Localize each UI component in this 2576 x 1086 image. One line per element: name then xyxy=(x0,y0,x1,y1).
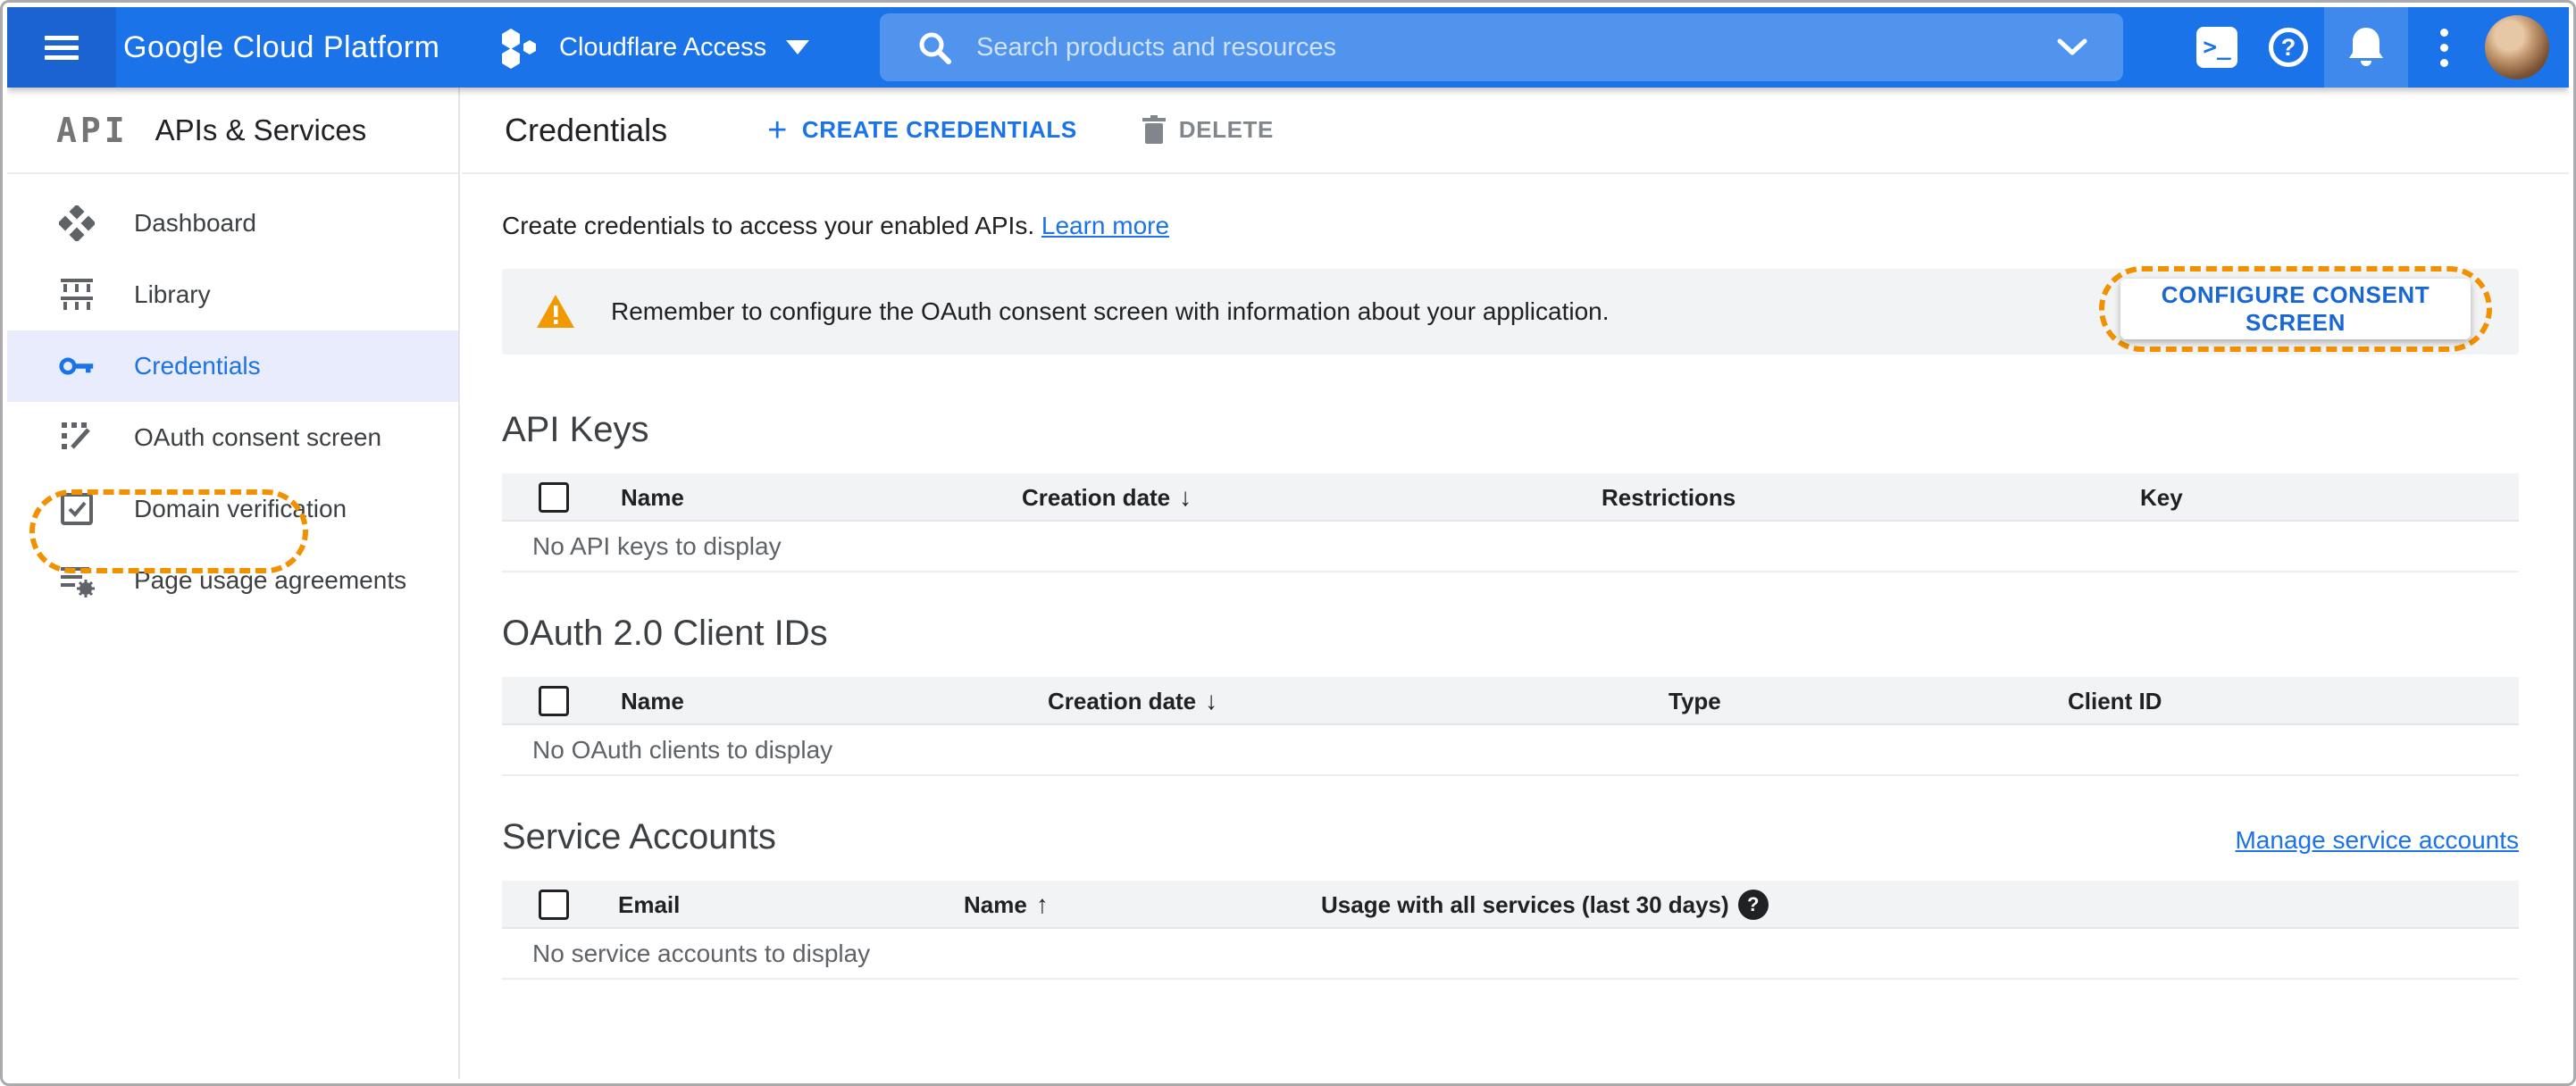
service-accounts-heading-row: Service Accounts Manage service accounts xyxy=(502,817,2519,857)
api-logo-icon: API xyxy=(56,110,129,150)
library-icon xyxy=(59,277,95,313)
more-options-button[interactable] xyxy=(2408,7,2480,88)
sidebar-item-dashboard[interactable]: Dashboard xyxy=(7,188,458,259)
column-header-creation-date[interactable]: Creation date ↓ xyxy=(1022,473,1192,522)
api-keys-header-row: Name Creation date ↓ Restrictions Key xyxy=(502,473,2519,522)
configure-consent-screen-button[interactable]: CONFIGURE CONSENT SCREEN xyxy=(2120,279,2471,339)
consent-screen-icon xyxy=(59,421,95,455)
select-all-checkbox[interactable] xyxy=(539,686,569,716)
help-icon: ? xyxy=(2269,28,2308,67)
service-accounts-header-row: Email Name ↑ Usage with all services (la… xyxy=(502,881,2519,929)
column-header-creation-date[interactable]: Creation date ↓ xyxy=(1048,677,1217,725)
product-logo[interactable]: Google Cloud Platform xyxy=(123,7,439,88)
sort-asc-icon: ↑ xyxy=(1035,890,1049,918)
create-credentials-button[interactable]: + CREATE CREDENTIALS xyxy=(767,113,1077,147)
agreements-icon xyxy=(59,564,95,597)
sidebar-item-page-usage-agreements[interactable]: Page usage agreements xyxy=(7,545,458,616)
select-all-checkbox[interactable] xyxy=(539,890,569,920)
column-header-restrictions[interactable]: Restrictions xyxy=(1602,473,1735,522)
column-header-client-id[interactable]: Client ID xyxy=(2068,677,2162,725)
sidebar-item-library[interactable]: Library xyxy=(7,259,458,330)
delete-button[interactable]: DELETE xyxy=(1142,114,1274,146)
search-input[interactable] xyxy=(976,32,2057,63)
warning-icon xyxy=(536,294,575,330)
cloud-shell-icon: >_ xyxy=(2196,27,2237,68)
sidebar-item-label: Dashboard xyxy=(134,209,256,237)
account-avatar[interactable] xyxy=(2485,15,2549,79)
top-bar: Google Cloud Platform Cloudflare Access xyxy=(7,7,2569,88)
sidebar-header: API APIs & Services xyxy=(7,88,458,174)
intro-text: Create credentials to access your enable… xyxy=(502,212,1170,239)
sidebar-item-credentials[interactable]: Credentials xyxy=(7,330,458,402)
sidebar-item-label: Library xyxy=(134,280,211,308)
column-header-type[interactable]: Type xyxy=(1669,677,1721,725)
sidebar-nav: Dashboard Library Credentials OAuth cons… xyxy=(7,174,458,616)
project-selector[interactable]: Cloudflare Access xyxy=(500,7,810,88)
help-button[interactable]: ? xyxy=(2253,7,2324,88)
sidebar: API APIs & Services Dashboard Library Cr… xyxy=(7,88,460,1079)
hamburger-icon xyxy=(45,30,79,65)
column-header-name[interactable]: Name xyxy=(621,473,684,522)
sort-desc-icon: ↓ xyxy=(1205,687,1218,714)
notifications-button[interactable] xyxy=(2324,7,2408,88)
project-dropdown-icon xyxy=(786,40,810,54)
manage-service-accounts-link[interactable]: Manage service accounts xyxy=(2235,826,2519,855)
warning-message: Remember to configure the OAuth consent … xyxy=(611,297,1610,325)
cloud-shell-button[interactable]: >_ xyxy=(2181,7,2253,88)
sidebar-item-domain-verification[interactable]: Domain verification xyxy=(7,473,458,545)
service-accounts-title: Service Accounts xyxy=(502,817,776,856)
search-expand-icon[interactable] xyxy=(2057,38,2087,56)
search-bar[interactable] xyxy=(880,13,2123,81)
column-header-usage[interactable]: Usage with all services (last 30 days) ? xyxy=(1321,881,1769,929)
sidebar-item-label: Credentials xyxy=(134,352,261,380)
sort-desc-icon: ↓ xyxy=(1179,483,1192,511)
more-vert-icon xyxy=(2439,28,2448,67)
select-all-checkbox[interactable] xyxy=(539,482,569,513)
column-header-email[interactable]: Email xyxy=(618,881,680,929)
bell-icon xyxy=(2347,26,2385,69)
page-content: Create credentials to access your enable… xyxy=(462,212,2569,980)
sidebar-item-oauth-consent-screen[interactable]: OAuth consent screen xyxy=(7,402,458,473)
top-bar-actions: >_ ? xyxy=(2181,7,2569,88)
browser-frame: Google Cloud Platform Cloudflare Access xyxy=(0,0,2576,1086)
key-icon xyxy=(59,355,95,378)
domain-verification-icon xyxy=(59,492,95,526)
app-window: Google Cloud Platform Cloudflare Access xyxy=(7,7,2569,1079)
sidebar-item-label: OAuth consent screen xyxy=(134,423,382,451)
oauth-clients-empty-row: No OAuth clients to display xyxy=(502,725,2519,776)
api-keys-empty-row: No API keys to display xyxy=(502,522,2519,572)
column-header-name[interactable]: Name ↑ xyxy=(964,881,1049,929)
main-menu-button[interactable] xyxy=(7,7,116,88)
service-accounts-empty-row: No service accounts to display xyxy=(502,929,2519,980)
api-keys-title: API Keys xyxy=(502,410,649,449)
column-header-key[interactable]: Key xyxy=(2140,473,2183,522)
sidebar-title: APIs & Services xyxy=(155,113,367,146)
configure-annotation-ring: CONFIGURE CONSENT SCREEN xyxy=(2099,266,2492,352)
page-toolbar: Credentials + CREATE CREDENTIALS DELETE xyxy=(462,88,2569,174)
trash-icon xyxy=(1142,114,1167,146)
oauth-clients-header-row: Name Creation date ↓ Type Client ID xyxy=(502,677,2519,725)
project-hexagons-icon xyxy=(500,25,539,70)
main-panel: Credentials + CREATE CREDENTIALS DELETE … xyxy=(462,88,2569,1079)
learn-more-link[interactable]: Learn more xyxy=(1041,212,1169,239)
sidebar-item-label: Domain verification xyxy=(134,495,347,522)
search-icon xyxy=(917,30,951,64)
sidebar-item-label: Page usage agreements xyxy=(134,566,407,594)
dashboard-icon xyxy=(59,205,95,241)
oauth-clients-title: OAuth 2.0 Client IDs xyxy=(502,614,828,653)
usage-help-icon[interactable]: ? xyxy=(1737,890,1769,920)
plus-icon: + xyxy=(767,111,788,149)
column-header-name[interactable]: Name xyxy=(621,677,684,725)
page-title: Credentials xyxy=(505,111,668,148)
consent-warning-banner: Remember to configure the OAuth consent … xyxy=(502,266,2519,355)
project-name: Cloudflare Access xyxy=(559,32,767,62)
